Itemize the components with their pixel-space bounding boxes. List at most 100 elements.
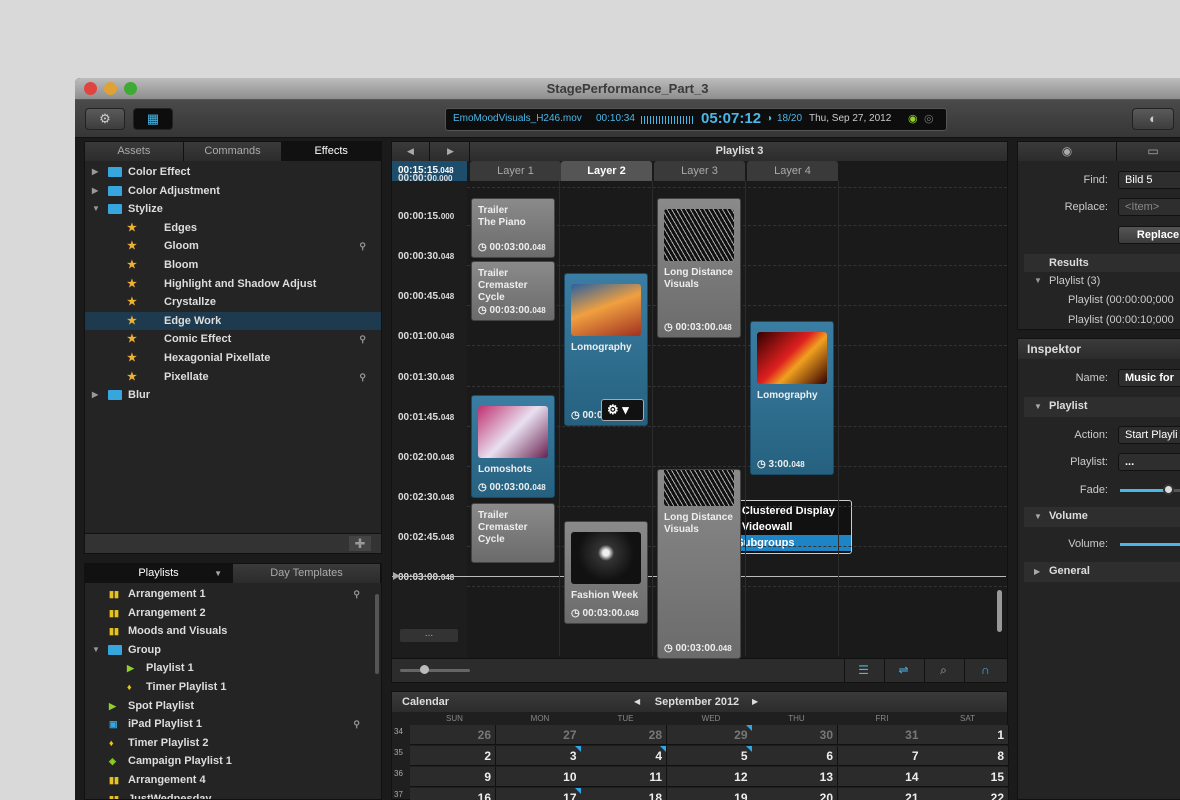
tree-item[interactable]: ★ Comic Effect ⚲: [85, 330, 381, 348]
playlist-item[interactable]: ◈ Campaign Playlist 1: [85, 752, 375, 770]
calendar-day[interactable]: 18: [581, 788, 667, 800]
layers-view-button[interactable]: ⇌: [884, 659, 922, 682]
tree-item[interactable]: ★ Crystallze: [85, 293, 381, 311]
settings-button[interactable]: ⚙: [85, 108, 125, 130]
name-input[interactable]: Music for: [1118, 369, 1180, 387]
calendar-day[interactable]: 3: [495, 746, 582, 766]
global-button[interactable]: ◐: [1132, 108, 1174, 130]
layer-header[interactable]: Layer 4: [747, 161, 838, 181]
playlist-item[interactable]: ♦ Timer Playlist 2: [85, 734, 375, 752]
timeline-clip[interactable]: Fashion Week ◷ 00:03:00.048: [564, 521, 648, 624]
magnet-button[interactable]: ∩: [964, 659, 1006, 682]
calendar-day[interactable]: 6: [752, 746, 838, 766]
fade-slider-thumb[interactable]: [1163, 484, 1174, 495]
playlist-item[interactable]: ▣ iPad Playlist 1 ⚲: [85, 715, 375, 733]
action-select[interactable]: Start Playli: [1118, 426, 1180, 444]
result-item[interactable]: Playlist (00:00:10;000: [1068, 314, 1174, 326]
tree-item[interactable]: ▼ Stylize: [85, 200, 381, 218]
preview-tab[interactable]: ◉: [1018, 142, 1117, 161]
calendar-day[interactable]: 20: [752, 788, 838, 800]
result-item[interactable]: Playlist (00:00:00;000: [1068, 294, 1174, 306]
playlist-item[interactable]: ▮▮ JustWednesday: [85, 790, 375, 799]
tree-item[interactable]: ▶ Color Adjustment: [85, 182, 381, 200]
playlist-item[interactable]: ▮▮ Moods and Visuals: [85, 622, 375, 640]
zoom-slider-thumb[interactable]: [420, 665, 429, 674]
prev-month-button[interactable]: ◀: [634, 692, 640, 712]
next-month-button[interactable]: ▶: [752, 692, 758, 712]
next-button[interactable]: ▶: [432, 142, 470, 161]
layer-header[interactable]: Layer 3: [654, 161, 745, 181]
add-button[interactable]: ✚: [349, 536, 371, 551]
expanded-icon[interactable]: ▼: [92, 641, 100, 659]
calendar-day[interactable]: 22: [923, 788, 1009, 800]
timeline-clip[interactable]: Trailer The Piano ◷ 00:03:00.048: [471, 198, 555, 258]
prev-button[interactable]: ◀: [392, 142, 430, 161]
collapsed-icon[interactable]: ▶: [92, 386, 98, 404]
calendar-day[interactable]: 29: [666, 725, 753, 745]
timeline-clip[interactable]: Long Distance Visuals ◷ 00:03:00.048: [657, 198, 741, 338]
timeline-clip[interactable]: Long Distance Visuals ◷ 00:03:00.048: [657, 469, 741, 659]
playlist-item[interactable]: ▮▮ Arrangement 1 ⚲: [85, 585, 375, 603]
layer-header[interactable]: Layer 1: [470, 161, 561, 181]
replace-input[interactable]: <Item>: [1118, 198, 1180, 216]
calendar-day[interactable]: 13: [752, 767, 838, 787]
tree-item[interactable]: ▶ Blur: [85, 386, 381, 404]
tab-day-templates[interactable]: Day Templates: [233, 564, 381, 583]
tree-item[interactable]: ★ Bloom: [85, 256, 381, 274]
calendar-day[interactable]: 17: [495, 788, 582, 800]
calendar-day[interactable]: 27: [495, 725, 582, 745]
tree-item[interactable]: ▶ Color Effect: [85, 163, 381, 181]
calendar-button[interactable]: ▦: [133, 108, 173, 130]
calendar-day[interactable]: 10: [495, 767, 582, 787]
tree-item[interactable]: ★ Hexagonial Pixellate: [85, 349, 381, 367]
results-expand-icon[interactable]: ▼: [1034, 276, 1042, 285]
calendar-day[interactable]: 11: [581, 767, 667, 787]
timeline-scrollbar[interactable]: [997, 590, 1002, 632]
layer-header[interactable]: Layer 2: [561, 161, 652, 181]
calendar-day[interactable]: 8: [923, 746, 1009, 766]
tree-item[interactable]: ★ Gloom ⚲: [85, 237, 381, 255]
result-group[interactable]: Playlist (3): [1049, 275, 1100, 287]
timeline-clip[interactable]: Trailer Cremaster Cycle: [471, 503, 555, 563]
calendar-day[interactable]: 12: [666, 767, 753, 787]
list-view-button[interactable]: ☰: [844, 659, 882, 682]
calendar-day[interactable]: 14: [837, 767, 924, 787]
tab-effects[interactable]: Effects: [282, 142, 382, 161]
zoom-slider[interactable]: [400, 669, 470, 672]
calendar-day[interactable]: 21: [837, 788, 924, 800]
tree-item[interactable]: ★ Highlight and Shadow Adjust: [85, 275, 381, 293]
volume-section[interactable]: ▼ Volume: [1024, 507, 1180, 527]
playlist-item[interactable]: ▮▮ Arrangement 2: [85, 604, 375, 622]
find-input[interactable]: Bild 5: [1118, 171, 1180, 189]
calendar-day[interactable]: 4: [581, 746, 667, 766]
tree-item[interactable]: ★ Pixellate ⚲: [85, 368, 381, 386]
playlist-item[interactable]: ▼ Group: [85, 641, 375, 659]
tree-item[interactable]: ★ Edges: [85, 219, 381, 237]
clip-gear-menu-button[interactable]: ⚙ ▾: [601, 399, 644, 421]
tab-playlists[interactable]: Playlists ▼: [85, 564, 233, 583]
tab-commands[interactable]: Commands: [183, 142, 283, 161]
playlist-item[interactable]: ▶ Playlist 1: [85, 659, 375, 677]
timeline-clip[interactable]: Trailer Cremaster Cycle ◷ 00:03:00.048: [471, 261, 555, 321]
calendar-day[interactable]: 28: [581, 725, 667, 745]
calendar-day[interactable]: 15: [923, 767, 1009, 787]
display-tab[interactable]: ▭: [1118, 142, 1180, 161]
calendar-day[interactable]: 1: [923, 725, 1009, 745]
calendar-day[interactable]: 2: [410, 746, 496, 766]
timeline-clip[interactable]: Lomography ◷ 3:00.048: [750, 321, 834, 475]
expanded-icon[interactable]: ▼: [92, 200, 100, 218]
timeline-clip[interactable]: Lomography ◷ 00:0 ⚙ ▾: [564, 273, 648, 426]
playlist-select[interactable]: ...: [1118, 453, 1180, 471]
calendar-day[interactable]: 9: [410, 767, 496, 787]
collapsed-icon[interactable]: ▶: [92, 163, 98, 181]
search-button[interactable]: ⌕: [924, 659, 962, 682]
playlist-item[interactable]: ♦ Timer Playlist 1: [85, 678, 375, 696]
calendar-day[interactable]: 16: [410, 788, 496, 800]
calendar-day[interactable]: 7: [837, 746, 924, 766]
replace-button[interactable]: Replace: [1118, 226, 1180, 244]
timeline-clip[interactable]: Lomoshots ◷ 00:03:00.048: [471, 395, 555, 498]
calendar-day[interactable]: 5: [666, 746, 753, 766]
general-section[interactable]: ▶ General: [1024, 562, 1180, 582]
tree-item[interactable]: ★ Edge Work: [85, 311, 381, 330]
playlist-item[interactable]: ▮▮ Arrangement 4: [85, 771, 375, 789]
